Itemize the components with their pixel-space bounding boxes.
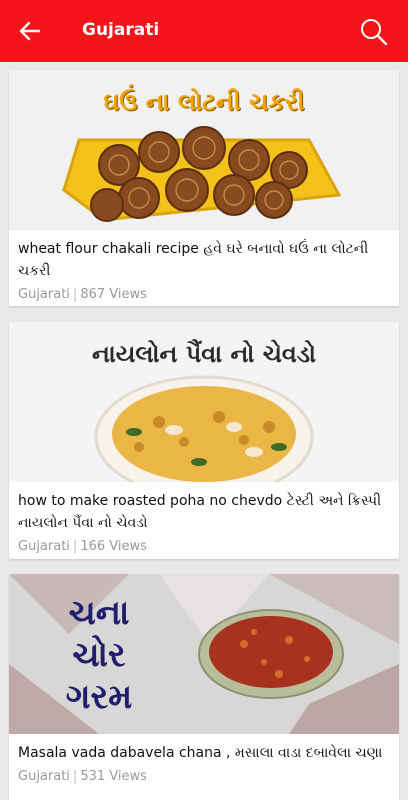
thumbnail-caption-line: ચના (68, 593, 130, 633)
thumbnail-caption-line: ગરમ (65, 677, 133, 717)
video-title[interactable]: wheat flour chakali recipe હવે ઘરે બનાવો… (18, 238, 389, 282)
search-icon (361, 19, 388, 46)
video-meta: Gujarati | 867 Views (18, 287, 389, 302)
page-title: Gujarati (82, 20, 160, 40)
meta-separator: | (72, 539, 78, 554)
arrow-left-icon (19, 21, 41, 41)
search-button[interactable] (356, 14, 392, 50)
video-meta: Gujarati | 166 Views (18, 539, 389, 554)
video-title[interactable]: how to make roasted poha no chevdo ટેસ્ટ… (18, 490, 389, 534)
video-card[interactable]: નાયલોન પૈંવા નો ચેવડો how to make roaste… (9, 322, 399, 559)
view-count: 166 Views (80, 539, 147, 554)
video-thumbnail[interactable]: ઘઉં ના લોટની ચકરી (9, 70, 399, 230)
thumbnail-caption-line: ચોર (72, 635, 126, 675)
thumbnail-caption: ચના ચોર ગરમ (39, 592, 159, 718)
video-meta: Gujarati | 531 Views (18, 769, 389, 784)
back-button[interactable] (12, 16, 48, 46)
video-card[interactable]: ચના ચોર ગરમ Masala vada dabavela chana ,… (9, 574, 399, 800)
channel-name: Gujarati (18, 539, 70, 554)
video-card[interactable]: ઘઉં ના લોટની ચકરી wheat flour chakali re… (9, 70, 399, 306)
thumbnail-caption: નાયલોન પૈંવા નો ચેવડો (91, 340, 317, 368)
video-feed: ઘઉં ના લોટની ચકરી wheat flour chakali re… (0, 62, 408, 800)
video-thumbnail[interactable]: ચના ચોર ગરમ (9, 574, 399, 734)
video-thumbnail[interactable]: નાયલોન પૈંવા નો ચેવડો (9, 322, 399, 482)
view-count: 531 Views (80, 769, 147, 784)
video-title[interactable]: Masala vada dabavela chana , મસાલા વાડા … (18, 742, 389, 764)
thumbnail-caption: ઘઉં ના લોટની ચકરી (103, 88, 305, 116)
channel-name: Gujarati (18, 769, 70, 784)
view-count: 867 Views (80, 287, 147, 302)
app-bar: Gujarati (0, 0, 408, 62)
channel-name: Gujarati (18, 287, 70, 302)
meta-separator: | (72, 769, 78, 784)
meta-separator: | (72, 287, 78, 302)
